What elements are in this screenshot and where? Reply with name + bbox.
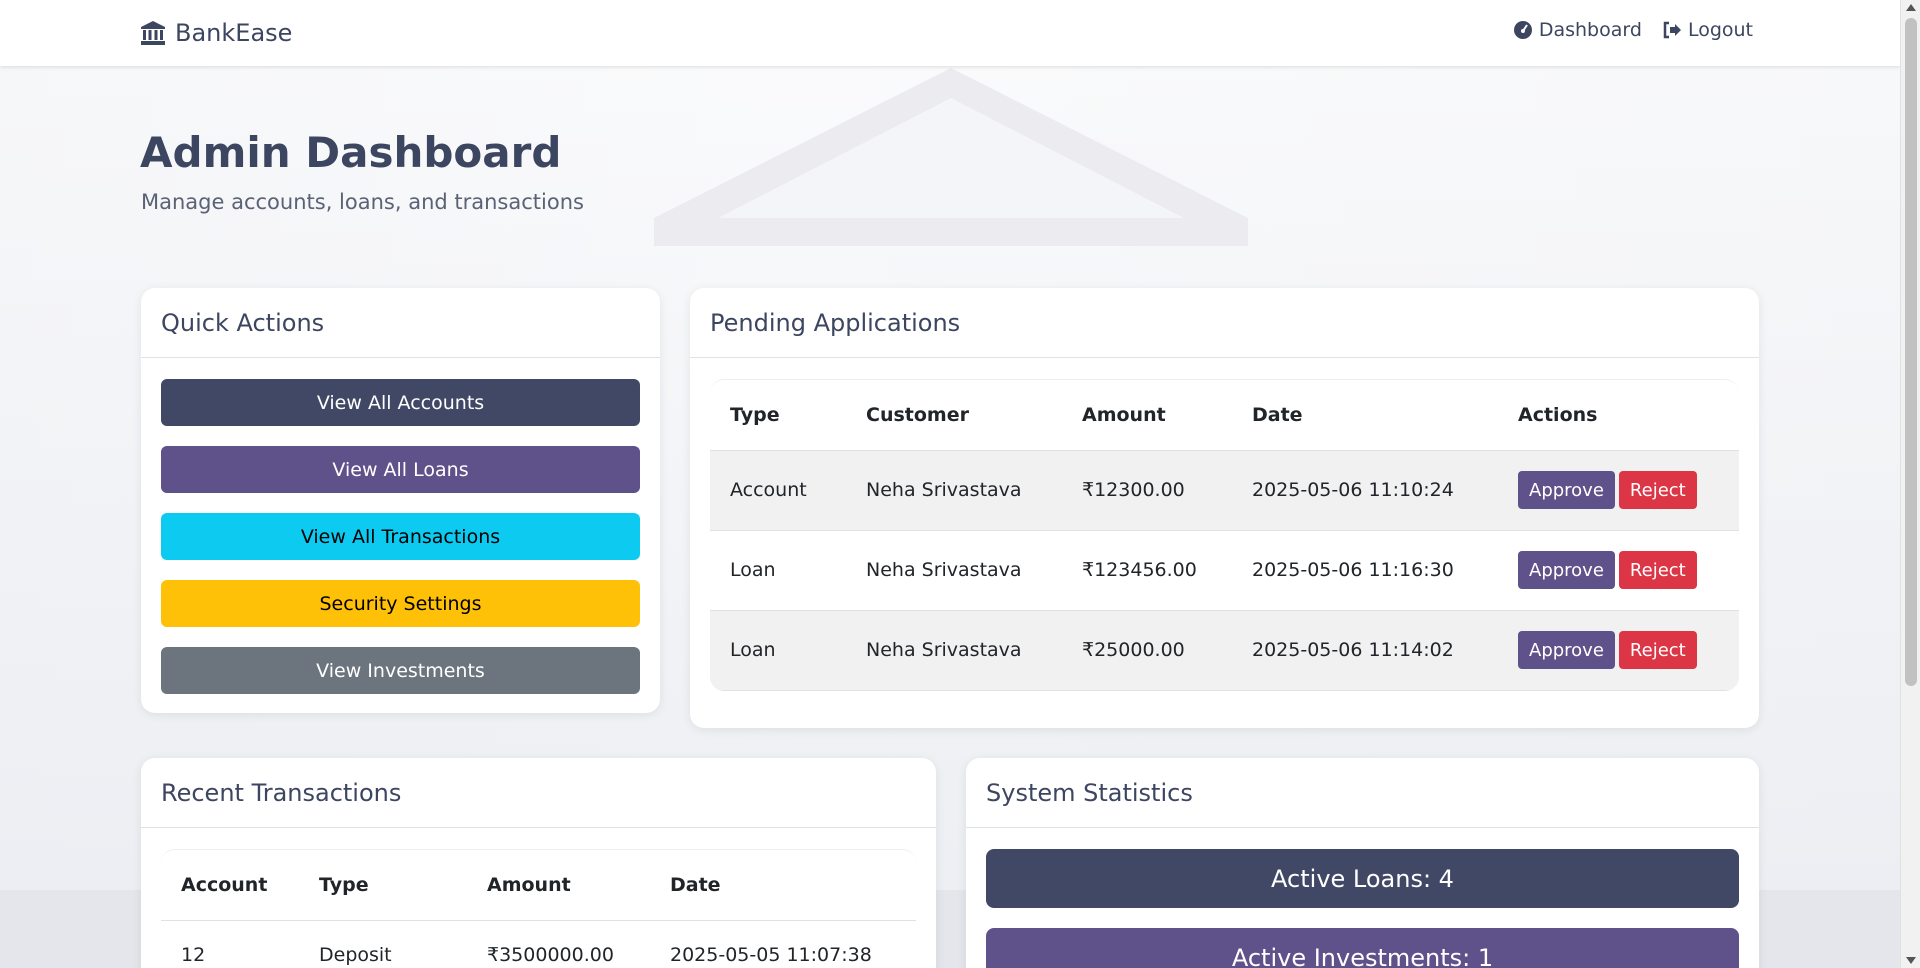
sign-out-icon [1663,21,1681,39]
view-all-loans-button[interactable]: View All Loans [161,446,640,493]
cell-amount: ₹25000.00 [1062,610,1232,691]
table-row: 12 Deposit ₹3500000.00 2025-05-05 11:07:… [161,920,916,968]
recent-transactions-card: Recent Transactions Account Type Amount … [141,758,936,968]
approve-button[interactable]: Approve [1518,631,1615,669]
quick-actions-title: Quick Actions [141,288,660,358]
tachometer-icon [1513,21,1532,39]
pending-applications-card: Pending Applications Type Customer Amoun… [690,288,1759,728]
quick-actions-card: Quick Actions View All Accounts View All… [141,288,660,713]
cell-date: 2025-05-05 11:07:38 [650,920,916,968]
scroll-thumb[interactable] [1905,18,1917,686]
reject-button[interactable]: Reject [1618,471,1697,509]
page-title: Admin Dashboard [140,128,562,177]
page-scrollbar[interactable] [1900,0,1920,968]
column-header-date: Date [650,850,916,921]
reject-button[interactable]: Reject [1618,631,1697,669]
cell-type: Loan [710,610,846,691]
column-header-account: Account [161,850,299,921]
approve-button[interactable]: Approve [1518,471,1615,509]
column-header-amount: Amount [467,850,650,921]
cell-account: 12 [161,920,299,968]
cell-date: 2025-05-06 11:10:24 [1232,450,1498,531]
nav-logout-label: Logout [1687,19,1753,41]
cell-customer: Neha Srivastava [846,450,1062,531]
column-header-amount: Amount [1062,380,1232,451]
pending-applications-table: Type Customer Amount Date Actions Accoun… [710,380,1739,691]
column-header-customer: Customer [846,380,1062,451]
cell-actions: Approve Reject [1498,450,1739,531]
active-loans-stat: Active Loans: 4 [986,849,1739,908]
navbar: BankEase Dashboard Logout [0,0,1900,66]
cell-actions: Approve Reject [1498,530,1739,611]
cell-amount: ₹12300.00 [1062,450,1232,531]
table-header-row: Account Type Amount Date [161,850,916,921]
cell-date: 2025-05-06 11:14:02 [1232,610,1498,691]
cell-amount: ₹123456.00 [1062,530,1232,611]
column-header-type: Type [299,850,467,921]
roof-watermark-icon [654,68,1248,246]
scroll-up-icon[interactable] [1906,4,1916,11]
page-subtitle: Manage accounts, loans, and transactions [141,190,584,214]
pending-applications-table-wrapper: Type Customer Amount Date Actions Accoun… [710,379,1739,691]
reject-button[interactable]: Reject [1618,551,1697,589]
cell-customer: Neha Srivastava [846,530,1062,611]
column-header-actions: Actions [1498,380,1739,451]
approve-button[interactable]: Approve [1518,551,1615,589]
table-header-row: Type Customer Amount Date Actions [710,380,1739,451]
view-all-accounts-button[interactable]: View All Accounts [161,379,640,426]
nav-dashboard-link[interactable]: Dashboard [1513,19,1642,41]
cell-type: Account [710,450,846,531]
recent-transactions-table: Account Type Amount Date 12 Deposit ₹350… [161,850,916,968]
brand[interactable]: BankEase [140,17,292,49]
recent-transactions-table-wrapper: Account Type Amount Date 12 Deposit ₹350… [161,849,916,968]
nav-dashboard-label: Dashboard [1538,19,1642,41]
system-statistics-title: System Statistics [966,758,1759,828]
table-row: Loan Neha Srivastava ₹123456.00 2025-05-… [710,530,1739,611]
cell-type: Deposit [299,920,467,968]
view-all-transactions-button[interactable]: View All Transactions [161,513,640,560]
table-row: Loan Neha Srivastava ₹25000.00 2025-05-0… [710,610,1739,691]
cell-amount: ₹3500000.00 [467,920,650,968]
cell-type: Loan [710,530,846,611]
cell-date: 2025-05-06 11:16:30 [1232,530,1498,611]
recent-transactions-title: Recent Transactions [141,758,936,828]
bank-icon [141,21,165,45]
brand-name: BankEase [175,19,293,47]
security-settings-button[interactable]: Security Settings [161,580,640,627]
column-header-date: Date [1232,380,1498,451]
cell-actions: Approve Reject [1498,610,1739,691]
column-header-type: Type [710,380,846,451]
pending-applications-title: Pending Applications [690,288,1759,358]
active-investments-stat: Active Investments: 1 [986,928,1739,968]
scroll-down-icon[interactable] [1906,957,1916,964]
nav-logout-link[interactable]: Logout [1662,19,1753,41]
system-statistics-card: System Statistics Active Loans: 4 Active… [966,758,1759,968]
table-row: Account Neha Srivastava ₹12300.00 2025-0… [710,450,1739,531]
view-investments-button[interactable]: View Investments [161,647,640,694]
cell-customer: Neha Srivastava [846,610,1062,691]
